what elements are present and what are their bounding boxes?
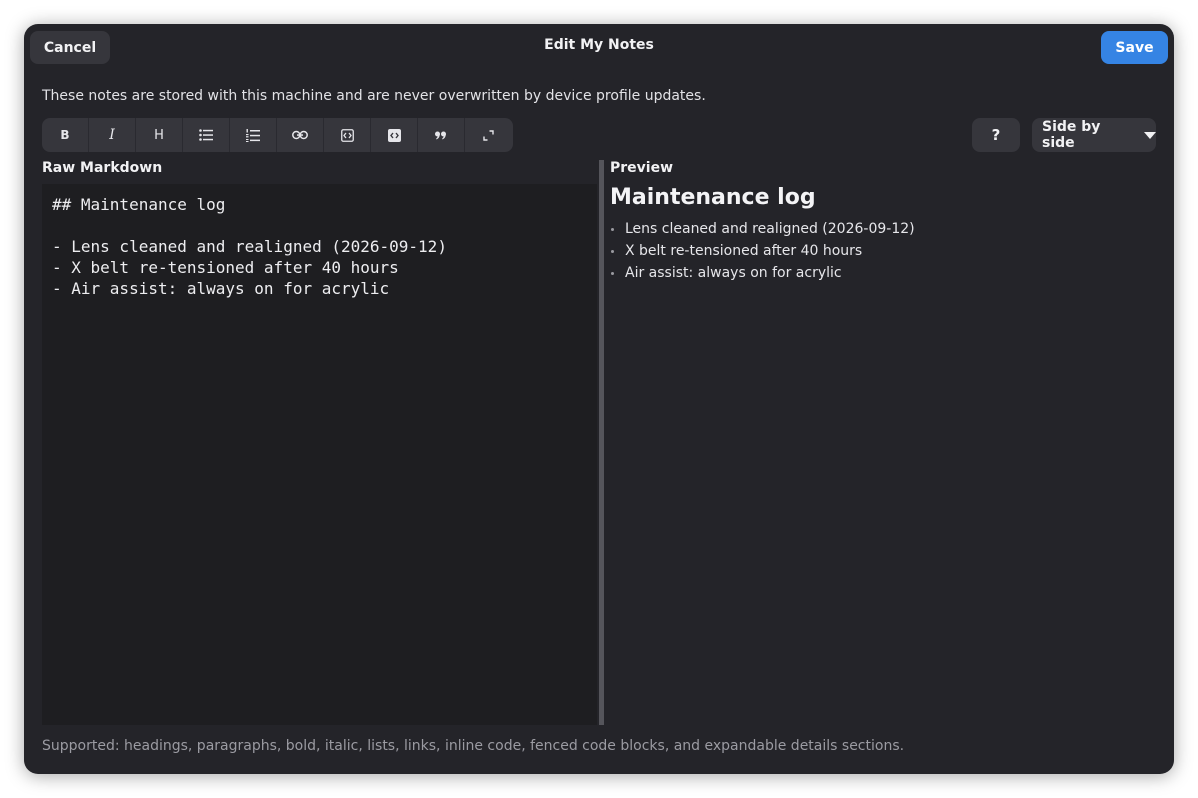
expand-icon (483, 129, 494, 141)
edit-notes-dialog: Cancel Edit My Notes Save These notes ar… (24, 24, 1174, 774)
code-block-button[interactable] (371, 118, 418, 152)
help-button[interactable]: ? (972, 118, 1020, 152)
formatting-toolbar: B I H (42, 118, 513, 152)
supported-syntax-hint: Supported: headings, paragraphs, bold, i… (42, 738, 905, 754)
link-button[interactable] (277, 118, 324, 152)
markdown-preview: Maintenance log Lens cleaned and realign… (610, 184, 1150, 284)
bold-button[interactable]: B (42, 118, 89, 152)
dialog-description: These notes are stored with this machine… (42, 88, 706, 104)
preview-list: Lens cleaned and realigned (2026-09-12) … (610, 218, 1150, 284)
markdown-editor[interactable]: ## Maintenance log - Lens cleaned and re… (42, 184, 597, 725)
save-button[interactable]: Save (1101, 31, 1168, 64)
list-item: Air assist: always on for acrylic (610, 262, 1150, 284)
list-item: X belt re-tensioned after 40 hours (610, 240, 1150, 262)
raw-markdown-label: Raw Markdown (42, 160, 163, 176)
quote-icon (435, 131, 446, 139)
bulleted-list-icon (199, 129, 213, 141)
pane-divider-handle[interactable] (599, 160, 604, 725)
inline-code-icon (340, 128, 354, 142)
heading-button[interactable]: H (136, 118, 183, 152)
dialog-title: Edit My Notes (544, 37, 654, 53)
numbered-list-button[interactable] (230, 118, 277, 152)
numbered-list-icon (246, 128, 260, 142)
preview-label: Preview (610, 160, 674, 176)
quote-button[interactable] (418, 118, 465, 152)
list-item: Lens cleaned and realigned (2026-09-12) (610, 218, 1150, 240)
inline-code-button[interactable] (324, 118, 371, 152)
code-block-icon (387, 128, 401, 142)
link-icon (292, 130, 308, 140)
bold-icon: B (60, 128, 70, 142)
view-mode-dropdown[interactable]: Side by side (1032, 118, 1156, 152)
heading-icon: H (154, 127, 164, 143)
bulleted-list-button[interactable] (183, 118, 230, 152)
italic-button[interactable]: I (89, 118, 136, 152)
preview-heading: Maintenance log (610, 185, 816, 210)
chevron-down-icon (1144, 131, 1156, 139)
italic-icon: I (109, 127, 115, 143)
expand-button[interactable] (465, 118, 512, 152)
view-mode-label: Side by side (1042, 119, 1101, 151)
